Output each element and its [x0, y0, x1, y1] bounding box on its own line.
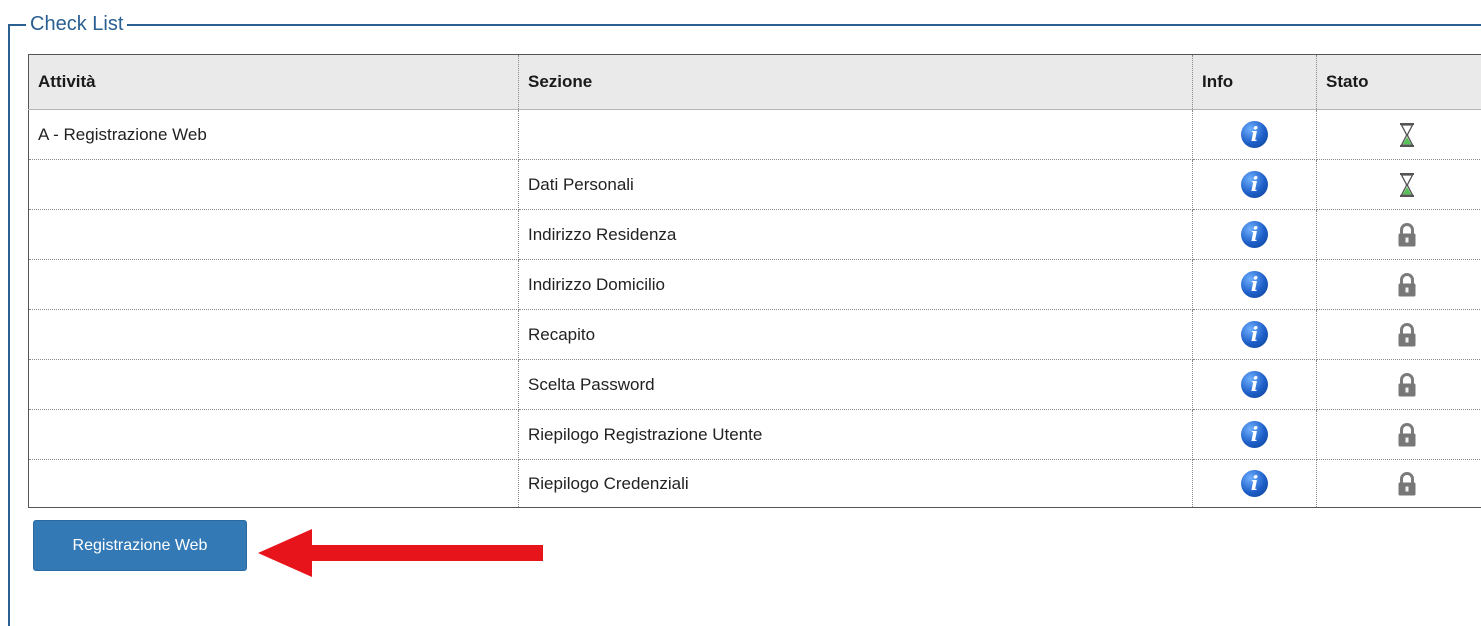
checklist-legend: Check List	[26, 11, 127, 37]
cell-info: i	[1193, 210, 1317, 260]
cell-stato	[1317, 460, 1481, 508]
cell-attivita	[29, 260, 519, 310]
cell-info: i	[1193, 110, 1317, 160]
table-header-row: Attività Sezione Info Stato	[29, 55, 1481, 110]
lock-icon	[1397, 224, 1417, 243]
cell-stato	[1317, 260, 1481, 310]
cell-attivita	[29, 360, 519, 410]
cell-attivita	[29, 410, 519, 460]
cell-sezione: Riepilogo Registrazione Utente	[519, 410, 1193, 460]
table-row: Scelta Password i	[29, 360, 1481, 410]
cell-stato	[1317, 110, 1481, 160]
lock-icon	[1397, 274, 1417, 293]
cell-sezione: Recapito	[519, 310, 1193, 360]
lock-icon	[1397, 374, 1417, 393]
info-icon[interactable]: i	[1241, 221, 1268, 248]
cell-info: i	[1193, 160, 1317, 210]
cell-attivita	[29, 310, 519, 360]
info-icon[interactable]: i	[1241, 321, 1268, 348]
cell-sezione: Indirizzo Residenza	[519, 210, 1193, 260]
cell-attivita	[29, 160, 519, 210]
table-row: Dati Personali i	[29, 160, 1481, 210]
info-icon[interactable]: i	[1241, 371, 1268, 398]
header-stato: Stato	[1317, 55, 1481, 110]
lock-icon	[1397, 473, 1417, 492]
info-icon[interactable]: i	[1241, 421, 1268, 448]
table-row: Recapito i	[29, 310, 1481, 360]
cell-info: i	[1193, 460, 1317, 508]
cell-stato	[1317, 310, 1481, 360]
lock-icon	[1397, 324, 1417, 343]
cell-sezione: Riepilogo Credenziali	[519, 460, 1193, 508]
checklist-table: Attività Sezione Info Stato A - Registra…	[28, 54, 1481, 508]
info-icon[interactable]: i	[1241, 121, 1268, 148]
cell-info: i	[1193, 310, 1317, 360]
cell-stato	[1317, 160, 1481, 210]
cell-stato	[1317, 410, 1481, 460]
cell-info: i	[1193, 410, 1317, 460]
cell-sezione: Scelta Password	[519, 360, 1193, 410]
cell-sezione: Dati Personali	[519, 160, 1193, 210]
cell-sezione	[519, 110, 1193, 160]
table-row: Riepilogo Registrazione Utente i	[29, 410, 1481, 460]
cell-attivita: A - Registrazione Web	[29, 110, 519, 160]
lock-icon	[1397, 424, 1417, 443]
hourglass-icon	[1399, 174, 1415, 193]
red-arrow-annotation	[258, 527, 548, 579]
table-row: Riepilogo Credenziali i	[29, 460, 1481, 508]
cell-attivita	[29, 210, 519, 260]
cell-info: i	[1193, 260, 1317, 310]
info-icon[interactable]: i	[1241, 171, 1268, 198]
header-attivita: Attività	[29, 55, 519, 110]
info-icon[interactable]: i	[1241, 271, 1268, 298]
table-row: Indirizzo Residenza i	[29, 210, 1481, 260]
hourglass-icon	[1399, 124, 1415, 143]
cell-attivita	[29, 460, 519, 508]
registrazione-web-button[interactable]: Registrazione Web	[33, 520, 247, 571]
cell-info: i	[1193, 360, 1317, 410]
cell-stato	[1317, 360, 1481, 410]
header-sezione: Sezione	[519, 55, 1193, 110]
header-info: Info	[1193, 55, 1317, 110]
cell-sezione: Indirizzo Domicilio	[519, 260, 1193, 310]
info-icon[interactable]: i	[1241, 470, 1268, 497]
cell-stato	[1317, 210, 1481, 260]
table-row: A - Registrazione Web i	[29, 110, 1481, 160]
table-row: Indirizzo Domicilio i	[29, 260, 1481, 310]
